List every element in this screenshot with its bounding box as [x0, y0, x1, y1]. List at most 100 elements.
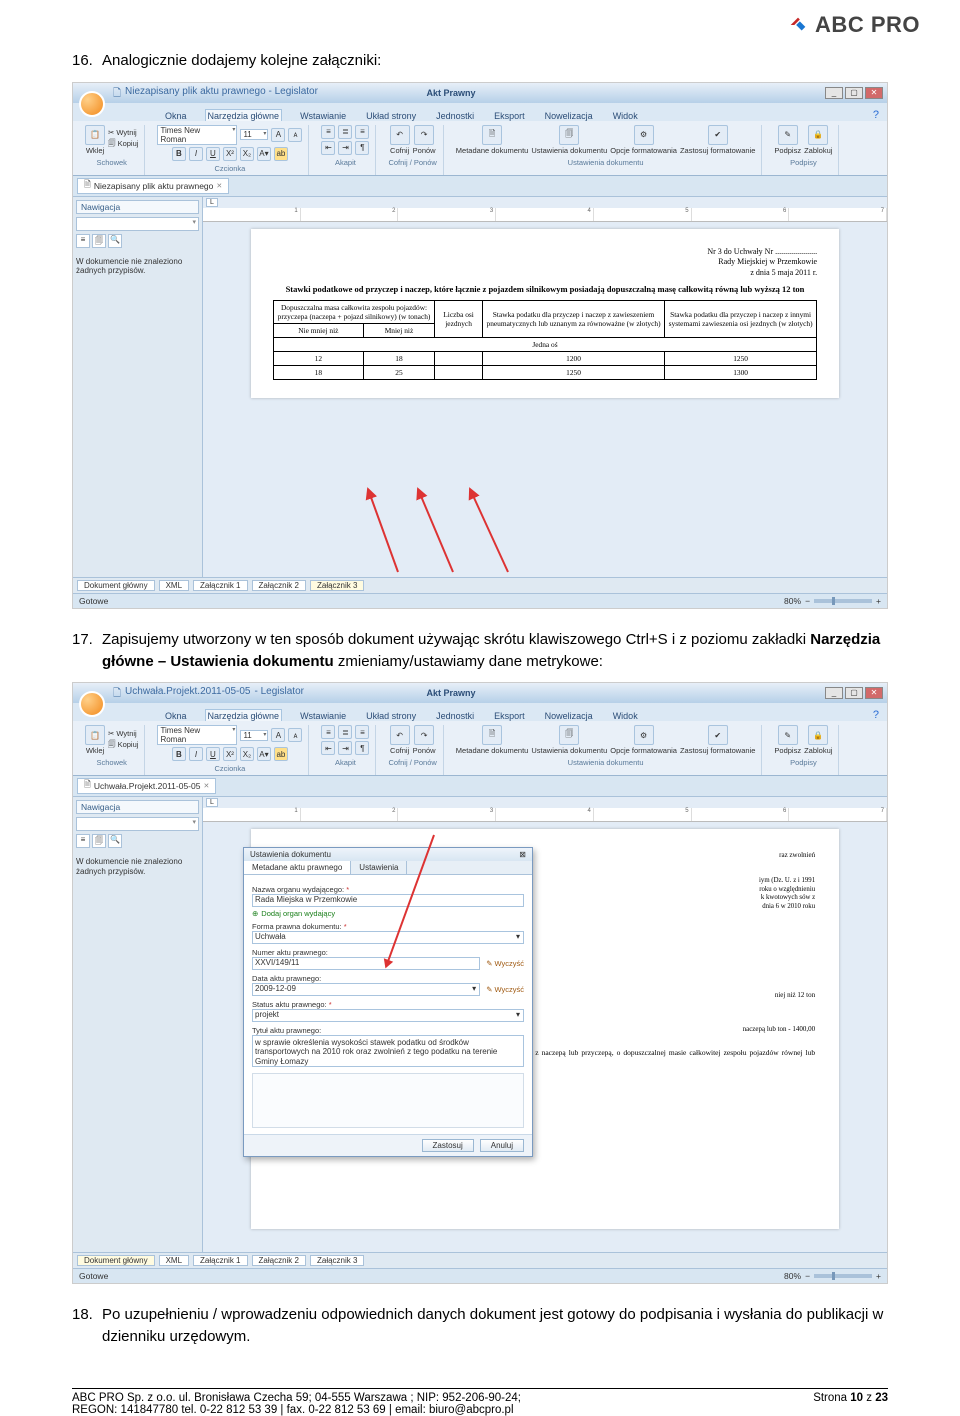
- help-icon[interactable]: ?: [873, 709, 887, 721]
- copy-button[interactable]: 🗐 Kopiuj: [108, 739, 138, 752]
- super-icon[interactable]: X²: [223, 747, 237, 761]
- tab-doc-main[interactable]: Dokument główny: [77, 580, 155, 591]
- add-organ-link[interactable]: ⊕ Dodaj organ wydający: [252, 909, 524, 918]
- nav-tab-icon[interactable]: 🗐: [92, 234, 106, 248]
- sub-icon[interactable]: X₂: [240, 747, 254, 761]
- cut-button[interactable]: ✂ Wytnij: [108, 729, 138, 738]
- nav-tab-icon[interactable]: 🔍: [108, 234, 122, 248]
- nav-tab-icon[interactable]: ≡: [76, 234, 90, 248]
- clear-data-link[interactable]: ✎ Wyczyść: [486, 985, 524, 994]
- zoom-out-button[interactable]: −: [805, 596, 810, 606]
- clear-numer-link[interactable]: ✎ Wyczyść: [486, 959, 524, 968]
- tab-attach-1[interactable]: Załącznik 1: [193, 1255, 247, 1266]
- tab-nowelizacja[interactable]: Nowelizacja: [543, 110, 595, 121]
- tab-okna[interactable]: Okna: [163, 710, 189, 721]
- sign-icon[interactable]: ✎: [778, 725, 798, 745]
- metadata-icon[interactable]: 🗎: [482, 125, 502, 145]
- tab-attach-2[interactable]: Załącznik 2: [252, 1255, 306, 1266]
- zoom-level[interactable]: 80%: [784, 1271, 801, 1281]
- tab-widok[interactable]: Widok: [611, 110, 640, 121]
- search-input[interactable]: [76, 217, 199, 231]
- zoom-slider[interactable]: [814, 1274, 872, 1278]
- sub-icon[interactable]: X₂: [240, 147, 254, 161]
- doc-settings-icon[interactable]: 🗐: [559, 125, 579, 145]
- tab-narzedzia-glowne[interactable]: Narzędzia główne: [205, 109, 283, 121]
- align-left-icon[interactable]: ≡: [321, 125, 335, 139]
- tab-jednostki[interactable]: Jednostki: [434, 110, 476, 121]
- font-name-combo[interactable]: Times New Roman: [157, 125, 237, 145]
- cancel-button[interactable]: Anuluj: [480, 1139, 524, 1152]
- underline-icon[interactable]: U: [206, 147, 220, 161]
- align-center-icon[interactable]: ≣: [338, 125, 352, 139]
- tab-metadata[interactable]: Metadane aktu prawnego: [244, 861, 351, 874]
- tab-uklad-strony[interactable]: Układ strony: [364, 110, 418, 121]
- grow-font-icon[interactable]: A: [271, 128, 285, 142]
- tab-eksport[interactable]: Eksport: [492, 110, 527, 121]
- office-orb[interactable]: [79, 91, 105, 117]
- format-options-icon[interactable]: ⚙: [634, 725, 654, 745]
- indent-dec-icon[interactable]: ⇤: [321, 141, 335, 155]
- paste-icon[interactable]: 📋: [85, 725, 105, 745]
- tab-nowelizacja[interactable]: Nowelizacja: [543, 710, 595, 721]
- help-icon[interactable]: ?: [873, 109, 887, 121]
- tab-attach-2[interactable]: Załącznik 2: [252, 580, 306, 591]
- tab-doc-main[interactable]: Dokument główny: [77, 1255, 155, 1266]
- zoom-slider[interactable]: [814, 599, 872, 603]
- shrink-font-icon[interactable]: ᴀ: [288, 128, 302, 142]
- indent-inc-icon[interactable]: ⇥: [338, 141, 352, 155]
- highlight-icon[interactable]: ab: [274, 147, 288, 161]
- metadata-icon[interactable]: 🗎: [482, 725, 502, 745]
- super-icon[interactable]: X²: [223, 147, 237, 161]
- font-size-combo[interactable]: 11: [240, 730, 268, 741]
- tab-attach-3[interactable]: Załącznik 3: [310, 580, 364, 591]
- close-icon[interactable]: ✕: [216, 182, 222, 190]
- tab-jednostki[interactable]: Jednostki: [434, 710, 476, 721]
- zoom-in-button[interactable]: +: [876, 596, 881, 606]
- undo-icon[interactable]: ↶: [390, 725, 410, 745]
- font-color-icon[interactable]: A▾: [257, 747, 271, 761]
- shrink-font-icon[interactable]: ᴀ: [288, 728, 302, 742]
- align-right-icon[interactable]: ≡: [355, 125, 369, 139]
- dialog-close-icon[interactable]: ⊠: [519, 850, 526, 859]
- highlight-icon[interactable]: ab: [274, 747, 288, 761]
- close-button[interactable]: ✕: [865, 687, 883, 699]
- minimize-button[interactable]: _: [825, 687, 843, 699]
- document-tab[interactable]: 🗎Uchwała.Projekt.2011-05-05✕: [77, 778, 216, 794]
- tab-xml[interactable]: XML: [159, 580, 189, 591]
- tab-ustawienia[interactable]: Ustawienia: [351, 861, 407, 874]
- tab-widok[interactable]: Widok: [611, 710, 640, 721]
- tab-wstawianie[interactable]: Wstawianie: [298, 110, 348, 121]
- maximize-button[interactable]: ▢: [845, 687, 863, 699]
- tab-eksport[interactable]: Eksport: [492, 710, 527, 721]
- minimize-button[interactable]: _: [825, 87, 843, 99]
- tab-uklad-strony[interactable]: Układ strony: [364, 710, 418, 721]
- document-tab[interactable]: 🗎Niezapisany plik aktu prawnego✕: [77, 178, 229, 194]
- tab-attach-1[interactable]: Załącznik 1: [193, 580, 247, 591]
- data-input[interactable]: 2009-12-09▾: [252, 983, 480, 996]
- search-input[interactable]: [76, 817, 199, 831]
- italic-icon[interactable]: I: [189, 147, 203, 161]
- underline-icon[interactable]: U: [206, 747, 220, 761]
- close-button[interactable]: ✕: [865, 87, 883, 99]
- bold-icon[interactable]: B: [172, 147, 186, 161]
- tab-attach-3[interactable]: Załącznik 3: [310, 1255, 364, 1266]
- tab-narzedzia-glowne[interactable]: Narzędzia główne: [205, 709, 283, 721]
- doc-settings-icon[interactable]: 🗐: [559, 725, 579, 745]
- numer-input[interactable]: XXVI/149/11: [252, 957, 480, 970]
- font-color-icon[interactable]: A▾: [257, 147, 271, 161]
- bold-icon[interactable]: B: [172, 747, 186, 761]
- apply-format-icon[interactable]: ✔: [708, 125, 728, 145]
- paragraph-icon[interactable]: ¶: [355, 141, 369, 155]
- sign-icon[interactable]: ✎: [778, 125, 798, 145]
- tytul-input[interactable]: w sprawie określenia wysokości stawek po…: [252, 1035, 524, 1067]
- close-icon[interactable]: ✕: [203, 782, 209, 790]
- lock-icon[interactable]: 🔒: [808, 725, 828, 745]
- undo-icon[interactable]: ↶: [390, 125, 410, 145]
- redo-icon[interactable]: ↷: [414, 125, 434, 145]
- font-name-combo[interactable]: Times New Roman: [157, 725, 237, 745]
- status-combo[interactable]: projekt▾: [252, 1009, 524, 1022]
- format-options-icon[interactable]: ⚙: [634, 125, 654, 145]
- font-size-combo[interactable]: 11: [240, 129, 268, 140]
- tab-okna[interactable]: Okna: [163, 110, 189, 121]
- tab-wstawianie[interactable]: Wstawianie: [298, 710, 348, 721]
